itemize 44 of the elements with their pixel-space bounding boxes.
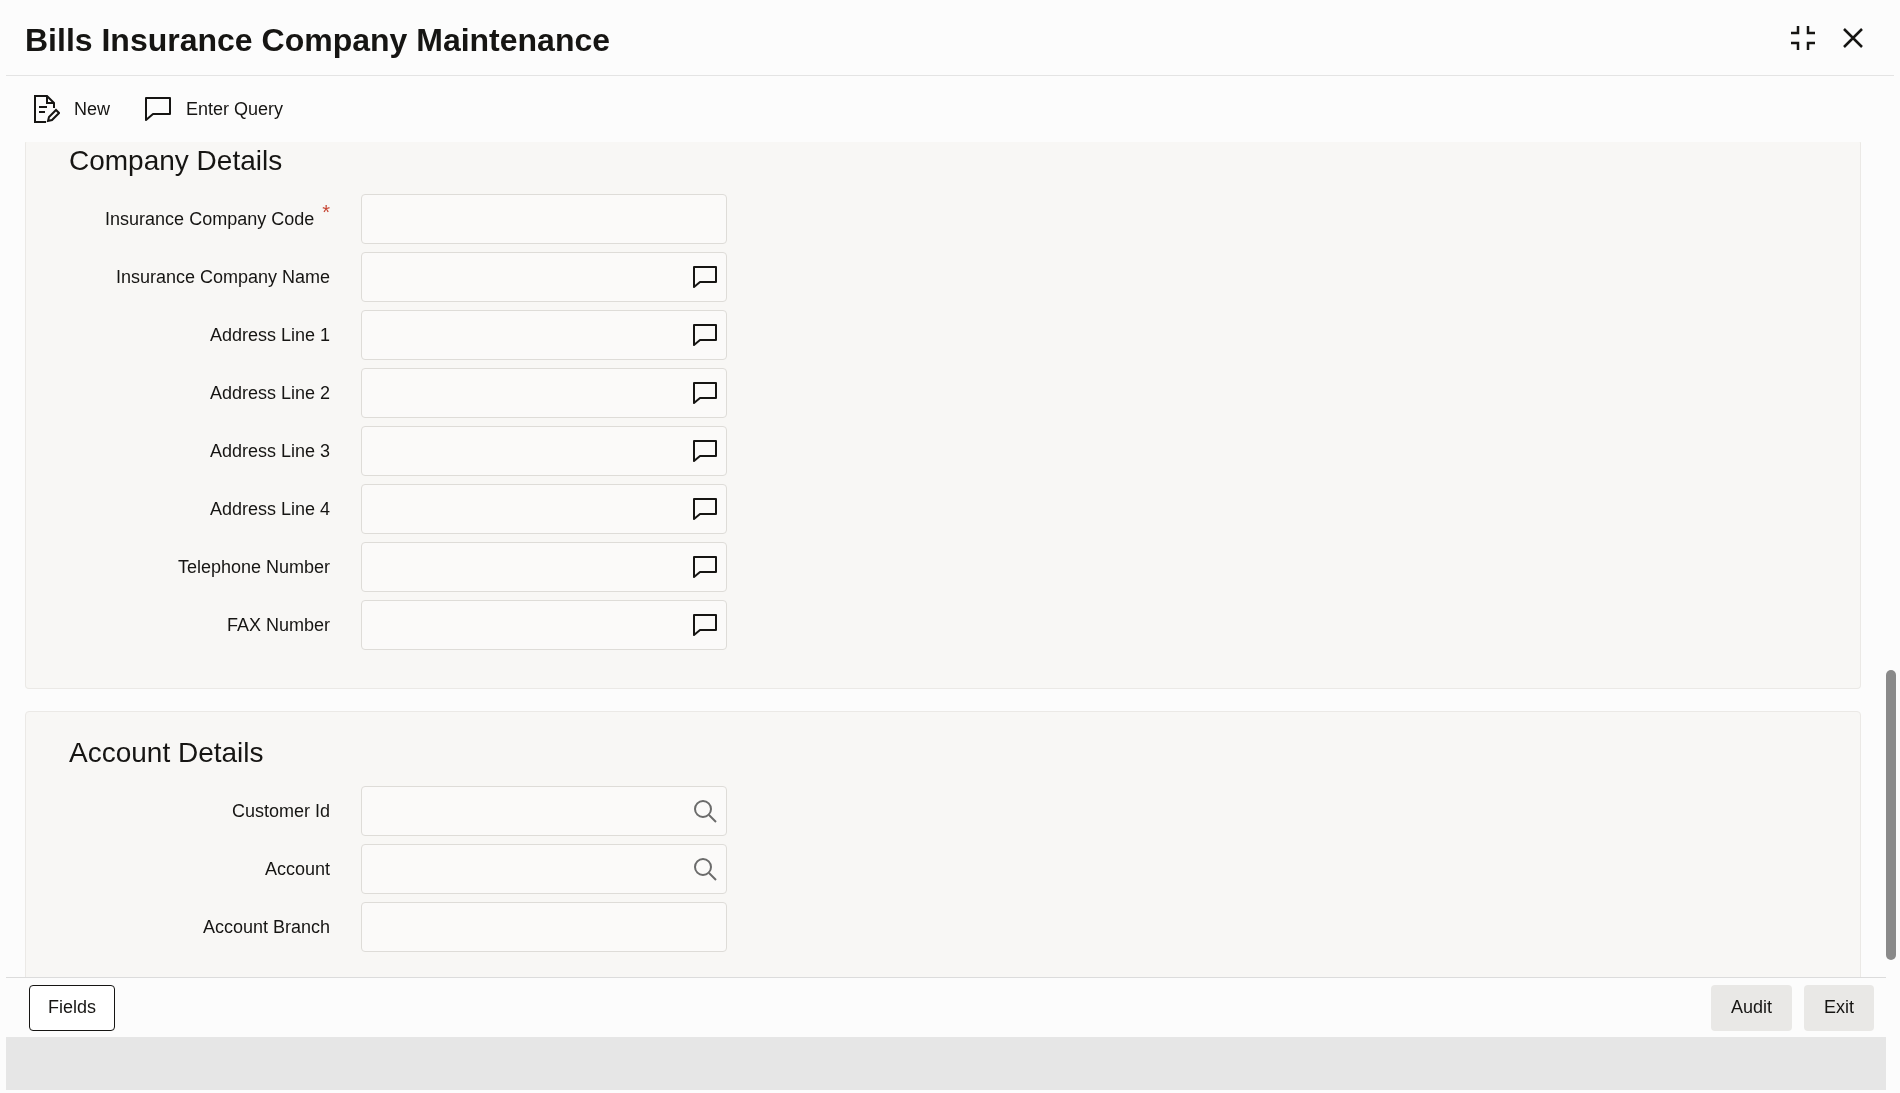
input-field[interactable]: [361, 902, 727, 952]
comment-icon[interactable]: [692, 497, 718, 521]
comment-icon[interactable]: [692, 323, 718, 347]
field-label: Address Line 3: [209, 439, 330, 463]
fields-button[interactable]: Fields: [29, 984, 115, 1031]
input-field[interactable]: [361, 844, 727, 894]
comment-icon[interactable]: [692, 613, 718, 637]
input-field[interactable]: [361, 252, 727, 302]
input-field[interactable]: [361, 368, 727, 418]
field-label: Account Branch: [202, 915, 330, 939]
footer-button[interactable]: Audit: [1710, 984, 1792, 1031]
section-title: Account Details: [69, 736, 265, 770]
scrollbar[interactable]: [1886, 670, 1896, 960]
required-asterisk: *: [322, 201, 330, 222]
field-label: Address Line 4: [209, 497, 330, 521]
comment-icon[interactable]: [692, 555, 718, 579]
section-title: Company Details: [69, 144, 284, 178]
search-icon[interactable]: [692, 798, 718, 824]
input-field[interactable]: [361, 484, 727, 534]
search-icon[interactable]: [692, 856, 718, 882]
close-icon[interactable]: [1842, 26, 1864, 49]
comment-icon: [144, 96, 172, 122]
field-label: Insurance Company Code: [105, 207, 315, 231]
comment-icon[interactable]: [692, 381, 718, 405]
input-field[interactable]: [361, 194, 727, 244]
input-field[interactable]: [361, 542, 727, 592]
footer-button[interactable]: Exit: [1804, 984, 1874, 1031]
window-title: Bills Insurance Company Maintenance: [25, 20, 611, 60]
field-label: Telephone Number: [177, 555, 330, 579]
field-label: Insurance Company Name: [115, 265, 330, 289]
field-label: Customer Id: [231, 799, 330, 823]
input-field[interactable]: [361, 310, 727, 360]
input-field[interactable]: [361, 786, 727, 836]
field-label: Address Line 1: [209, 323, 330, 347]
document-edit-icon: [32, 94, 60, 124]
field-label: FAX Number: [226, 613, 330, 637]
comment-icon[interactable]: [692, 265, 718, 289]
input-field[interactable]: [361, 426, 727, 476]
new-button[interactable]: New: [32, 94, 110, 124]
field-label: Account: [264, 857, 330, 881]
input-field[interactable]: [361, 600, 727, 650]
enter-query-button[interactable]: Enter Query: [144, 95, 284, 123]
field-label: Address Line 2: [209, 381, 330, 405]
comment-icon[interactable]: [692, 439, 718, 463]
